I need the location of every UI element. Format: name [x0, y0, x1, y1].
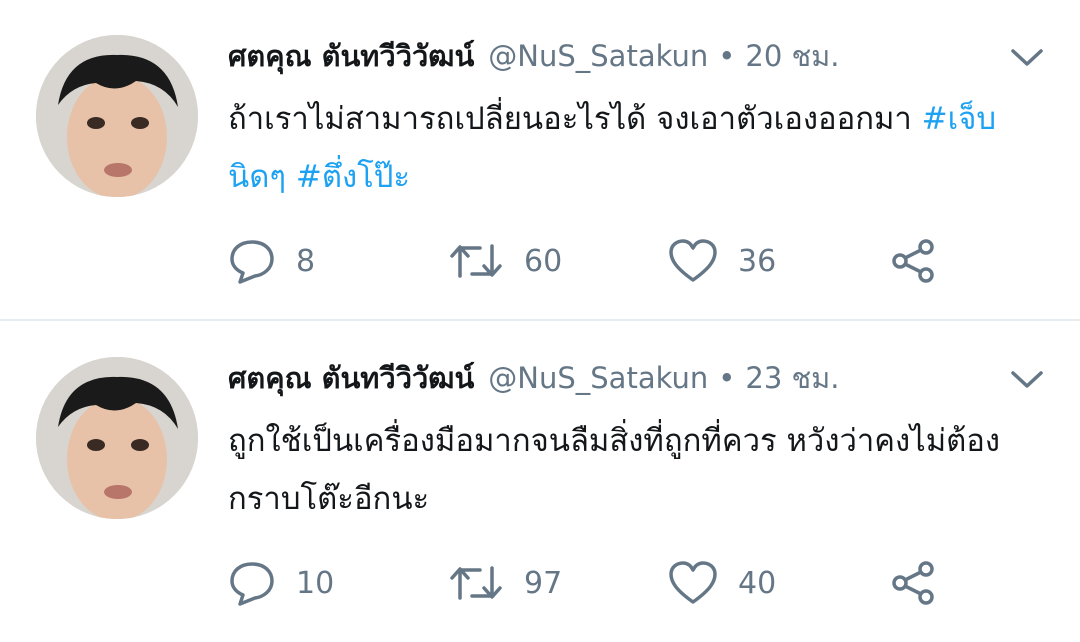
like-button[interactable]: 36 [668, 236, 776, 286]
display-name[interactable]: ศตคุณ ตันทวีวิวัฒน์ [228, 33, 474, 79]
retweet-count: 60 [524, 243, 563, 279]
avatar[interactable] [36, 35, 198, 197]
like-count: 36 [738, 243, 777, 279]
retweet-count: 97 [524, 565, 563, 601]
tweet-body: ถ้าเราไม่สามารถเปลี่ยนอะไรได้ จงเอาตัวเอ… [228, 101, 922, 137]
display-name[interactable]: ศตคุณ ตันทวีวิวัฒน์ [228, 355, 474, 401]
tweet-divider [0, 319, 1080, 321]
separator-dot: • [718, 361, 736, 395]
reply-icon [228, 238, 276, 284]
username[interactable]: @NuS_Satakun [488, 361, 708, 395]
retweet-button[interactable]: 60 [448, 236, 562, 286]
tweet-actions: 8 60 36 [228, 236, 968, 286]
like-icon [668, 560, 718, 606]
share-button[interactable] [888, 558, 938, 608]
like-icon [668, 238, 718, 284]
share-icon [888, 238, 938, 284]
retweet-icon [448, 238, 504, 284]
chevron-down-icon[interactable] [1010, 368, 1044, 392]
tweet-header: ศตคุณ ตันทวีวิวัฒน์ @NuS_Satakun • 20 ชม… [228, 34, 840, 78]
tweet-header: ศตคุณ ตันทวีวิวัฒน์ @NuS_Satakun • 23 ชม… [228, 356, 840, 400]
retweet-icon [448, 560, 504, 606]
reply-count: 8 [296, 243, 316, 279]
share-icon [888, 560, 938, 606]
tweet-body: ถูกใช้เป็นเครื่องมือมากจนลืมสิ่งที่ถูกที… [228, 423, 1001, 517]
tweet-text: ถ้าเราไม่สามารถเปลี่ยนอะไรได้ จงเอาตัวเอ… [228, 90, 1048, 206]
reply-count: 10 [296, 565, 335, 601]
timestamp[interactable]: 23 ชม. [745, 355, 839, 401]
share-button[interactable] [888, 236, 938, 286]
tweet[interactable]: ศตคุณ ตันทวีวิวัฒน์ @NuS_Satakun • 23 ชม… [0, 322, 1080, 642]
tweet-actions: 10 97 40 [228, 558, 968, 608]
reply-button[interactable]: 10 [228, 558, 334, 608]
hashtag-link[interactable]: #ตึ่งโป๊ะ [296, 159, 410, 195]
separator-dot: • [718, 39, 736, 73]
timestamp[interactable]: 20 ชม. [745, 33, 839, 79]
like-count: 40 [738, 565, 777, 601]
reply-icon [228, 560, 276, 606]
like-button[interactable]: 40 [668, 558, 776, 608]
retweet-button[interactable]: 97 [448, 558, 562, 608]
username[interactable]: @NuS_Satakun [488, 39, 708, 73]
avatar[interactable] [36, 357, 198, 519]
tweet[interactable]: ศตคุณ ตันทวีวิวัฒน์ @NuS_Satakun • 20 ชม… [0, 0, 1080, 320]
tweet-text: ถูกใช้เป็นเครื่องมือมากจนลืมสิ่งที่ถูกที… [228, 412, 1048, 528]
reply-button[interactable]: 8 [228, 236, 315, 286]
chevron-down-icon[interactable] [1010, 46, 1044, 70]
